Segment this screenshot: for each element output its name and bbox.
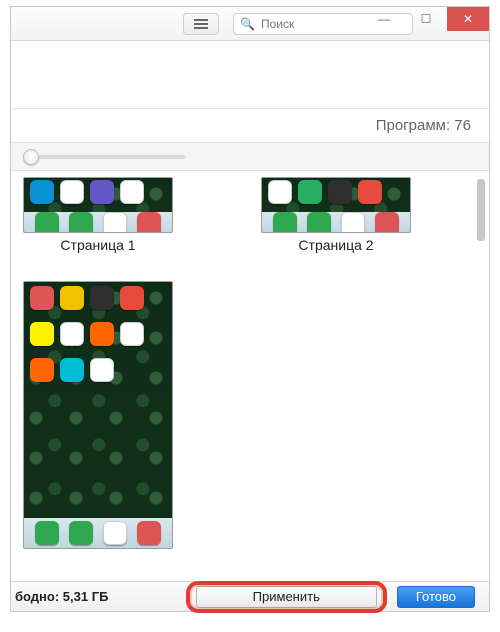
zoom-slider-thumb[interactable] <box>23 149 39 165</box>
free-space-label: бодно: 5,31 ГБ <box>15 589 108 604</box>
minimize-button[interactable]: — <box>363 7 405 31</box>
page-thumb-1[interactable]: Страница 1 <box>23 177 173 253</box>
pages-pane: Страница 1 Страница 2 <box>11 171 489 551</box>
page-thumb-2-label: Страница 2 <box>298 237 373 253</box>
apply-highlight: Применить <box>186 581 387 613</box>
program-count-label: Программ: 76 <box>376 117 471 134</box>
page-thumb-2[interactable]: Страница 2 <box>261 177 411 253</box>
titlebar: 🔍 — ☐ ✕ <box>11 7 489 41</box>
upper-region <box>11 41 489 109</box>
list-icon <box>194 19 208 29</box>
page-thumb-2-screen <box>261 177 411 233</box>
pages-scrollbar-thumb[interactable] <box>477 179 485 241</box>
zoom-slider[interactable] <box>25 155 185 159</box>
page-thumb-3[interactable]: Страница 3 <box>23 281 173 551</box>
page-thumb-1-screen <box>23 177 173 233</box>
search-icon: 🔍 <box>240 17 255 31</box>
window-buttons: — ☐ ✕ <box>363 7 489 31</box>
window: 🔍 — ☐ ✕ Программ: 76 <box>10 6 490 612</box>
view-list-toggle[interactable] <box>183 13 219 35</box>
close-button[interactable]: ✕ <box>447 7 489 31</box>
page-thumb-1-label: Страница 1 <box>60 237 135 253</box>
apply-button[interactable]: Применить <box>196 586 377 608</box>
maximize-button[interactable]: ☐ <box>405 7 447 31</box>
pages-scrollbar[interactable] <box>477 179 485 543</box>
bottom-bar: бодно: 5,31 ГБ Применить Готово <box>11 581 489 611</box>
done-button[interactable]: Готово <box>397 586 475 608</box>
program-count-strip: Программ: 76 <box>11 109 489 143</box>
page-thumb-3-screen <box>23 281 173 549</box>
page-grid: Страница 1 Страница 2 <box>23 177 477 551</box>
zoom-slider-row <box>11 143 489 171</box>
